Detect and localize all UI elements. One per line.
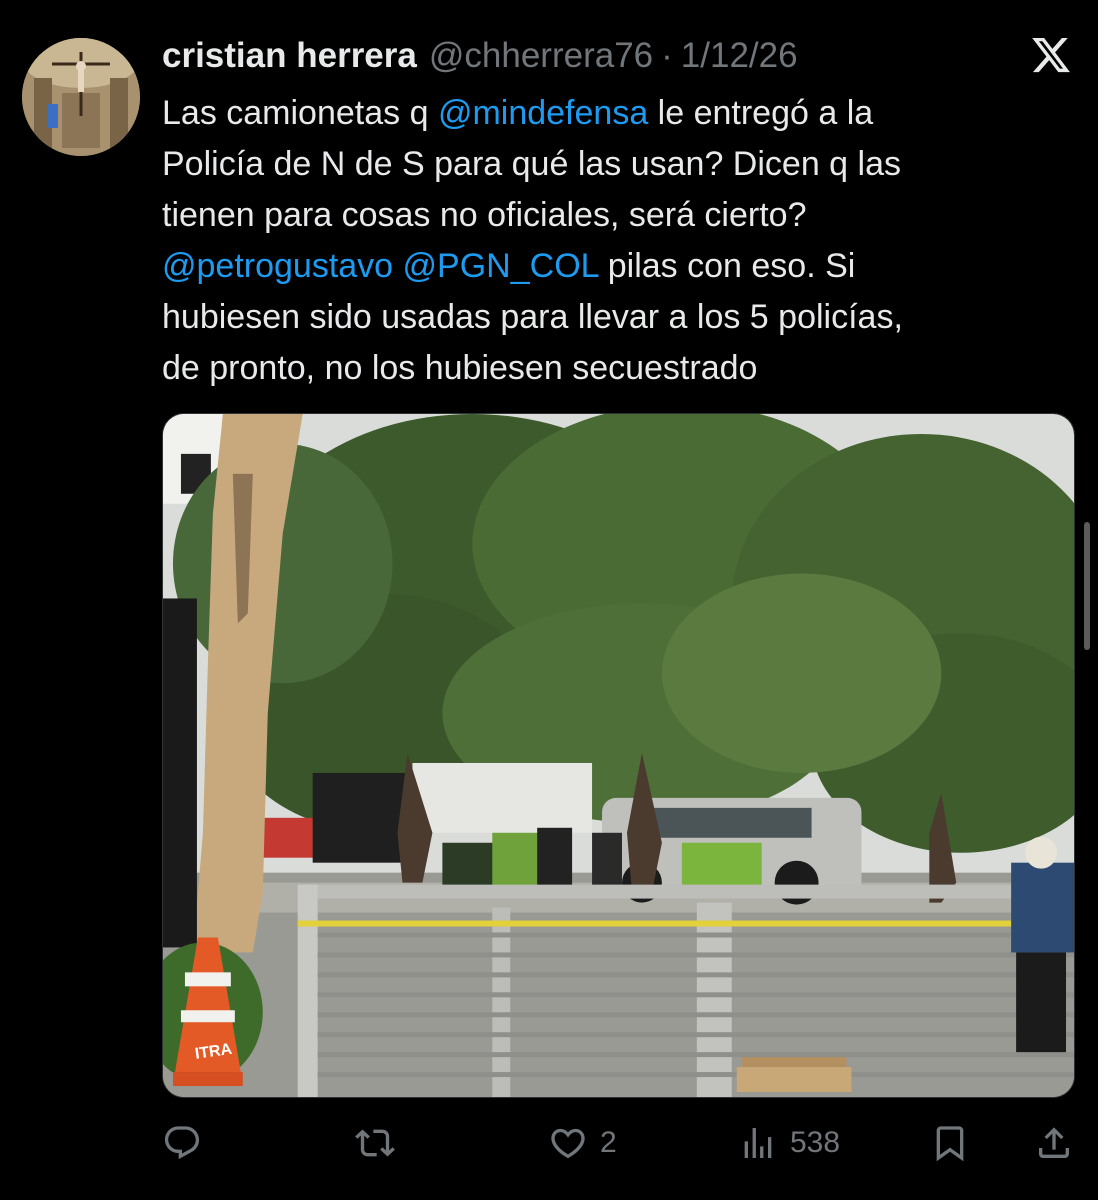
like-count: 2: [600, 1126, 617, 1159]
tweet-text-segment: Policía de N de S para qué las usan? Dic…: [162, 145, 902, 183]
bookmark-button[interactable]: [930, 1115, 970, 1171]
tweet: cristian herrera @chherrera76 · 1/12/26 …: [0, 0, 1098, 1200]
tweet-text-segment: [393, 247, 402, 285]
reply-icon: [164, 1126, 200, 1160]
tweet-actions: 2 538: [0, 1115, 1098, 1171]
heart-icon: [551, 1128, 585, 1159]
avatar[interactable]: [22, 38, 140, 156]
share-icon: [1039, 1127, 1069, 1158]
tweet-text-line: @petrogustavo @PGN_COL pilas con eso. Si: [162, 241, 1062, 292]
avatar-image: [22, 38, 140, 156]
tweet-text-line: de pronto, no los hubiesen secuestrado: [162, 343, 1062, 394]
mention-link[interactable]: @petrogustavo: [162, 247, 393, 285]
separator-dot: ·: [661, 36, 673, 75]
mention-link[interactable]: @mindefensa: [438, 94, 648, 132]
like-button[interactable]: 2: [548, 1115, 617, 1171]
tweet-text-segment: tienen para cosas no oficiales, será cie…: [162, 196, 807, 234]
x-logo-icon[interactable]: [1030, 34, 1072, 76]
views-button[interactable]: 538: [738, 1115, 840, 1171]
tweet-text-segment: pilas con eso. Si: [598, 247, 856, 285]
tweet-text-line: hubiesen sido usadas para llevar a los 5…: [162, 292, 1062, 343]
tweet-text-segment: de pronto, no los hubiesen secuestrado: [162, 349, 758, 387]
tweet-date[interactable]: 1/12/26: [681, 34, 798, 78]
tweet-text-segment: Las camionetas q: [162, 94, 438, 132]
reply-button[interactable]: [162, 1115, 214, 1171]
tweet-text-line: tienen para cosas no oficiales, será cie…: [162, 190, 1062, 241]
tweet-text-line: Policía de N de S para qué las usan? Dic…: [162, 139, 1062, 190]
tweet-header: cristian herrera @chherrera76 · 1/12/26: [162, 34, 798, 78]
tweet-text-segment: hubiesen sido usadas para llevar a los 5…: [162, 298, 903, 336]
author-name[interactable]: cristian herrera: [162, 34, 417, 78]
retweet-button[interactable]: [355, 1115, 407, 1171]
author-handle[interactable]: @chherrera76: [429, 34, 653, 78]
retweet-icon: [355, 1129, 395, 1157]
views-count: 538: [790, 1126, 841, 1159]
tweet-text: Las camionetas q @mindefensa le entregó …: [162, 88, 1062, 394]
tweet-text-segment: le entregó a la: [648, 94, 874, 132]
views-icon: [744, 1128, 772, 1158]
bookmark-icon: [936, 1126, 964, 1162]
share-button[interactable]: [1034, 1115, 1074, 1171]
mention-link[interactable]: @PGN_COL: [403, 247, 599, 285]
tweet-image[interactable]: ITRA: [162, 413, 1075, 1098]
tweet-text-line: Las camionetas q @mindefensa le entregó …: [162, 88, 1062, 139]
scrollbar[interactable]: [1084, 522, 1090, 650]
